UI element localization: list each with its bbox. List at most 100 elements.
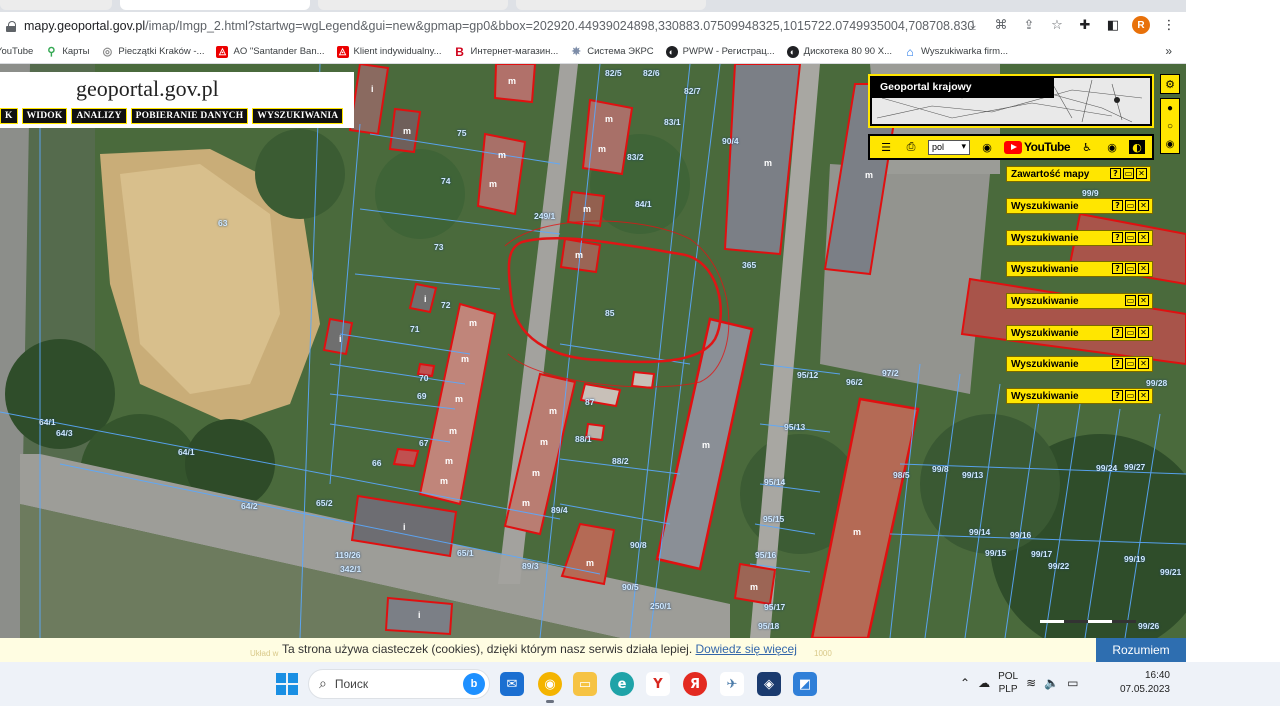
- bookmark-stamps[interactable]: ◎ Pieczątki Kraków -...: [101, 46, 205, 58]
- profile-avatar[interactable]: R: [1132, 16, 1150, 34]
- panel-wyszukiwanie[interactable]: Wyszukiwanie ? ▭ ✕: [1006, 388, 1153, 404]
- legend-icon[interactable]: ☰: [878, 140, 894, 154]
- menu-wyszukiwania-button[interactable]: WYSZUKIWANIA: [252, 108, 344, 124]
- address-bar[interactable]: mapy.geoportal.gov.pl/imap/Imgp_2.html?s…: [0, 12, 1186, 40]
- browser-tab[interactable]: [516, 0, 706, 10]
- panel-wyszukiwanie[interactable]: Wyszukiwanie ? ▭ ✕: [1006, 325, 1153, 341]
- battery-icon[interactable]: ▭: [1067, 676, 1078, 690]
- panel-help-icon[interactable]: ?: [1112, 200, 1123, 211]
- onedrive-icon[interactable]: ☁: [978, 676, 990, 690]
- geoportal-logo[interactable]: geoportal.gov.pl: [76, 76, 219, 102]
- panel-help-icon[interactable]: ?: [1112, 327, 1123, 338]
- bookmark-youtube[interactable]: YouTube: [0, 46, 33, 57]
- accessibility-icon[interactable]: ♿: [1079, 140, 1095, 154]
- volume-icon[interactable]: 🔈: [1044, 676, 1059, 690]
- map-canvas[interactable]: 82/5 82/6 82/7 75 83/1 90/4 83/2 74 84/1…: [0, 64, 1186, 638]
- url-field[interactable]: mapy.geoportal.gov.pl/imap/Imgp_2.html?s…: [24, 19, 974, 33]
- zoom-mid-icon[interactable]: ○: [1167, 121, 1173, 132]
- bookmark-maps[interactable]: ⚲ Карты: [45, 46, 89, 58]
- bookmark-ekrs[interactable]: ✵ Система ЭКРС: [570, 46, 654, 58]
- photos-icon[interactable]: ◩: [793, 672, 817, 696]
- panel-wyszukiwanie[interactable]: Wyszukiwanie ? ▭ ✕: [1006, 261, 1153, 277]
- panel-close-icon[interactable]: ✕: [1138, 200, 1149, 211]
- cookie-accept-button[interactable]: Rozumiem: [1096, 638, 1186, 662]
- panel-help-icon[interactable]: ?: [1112, 358, 1123, 369]
- bookmarks-more-button[interactable]: »: [1165, 44, 1172, 58]
- clock[interactable]: 16:40 07.05.2023: [1120, 669, 1170, 697]
- download-icon[interactable]: ⤓: [964, 16, 982, 34]
- paper-plane-icon[interactable]: ✈: [720, 672, 744, 696]
- yandex-y-icon[interactable]: Y: [646, 672, 670, 696]
- overview-map-panel[interactable]: Geoportal krajowy: [868, 74, 1154, 128]
- settings-icon[interactable]: ⚙: [1160, 74, 1180, 94]
- building-label: m: [853, 527, 862, 537]
- panel-help-icon[interactable]: ?: [1112, 263, 1123, 274]
- tray-chevron-icon[interactable]: ⌃: [960, 676, 970, 690]
- panel-close-icon[interactable]: ✕: [1138, 263, 1149, 274]
- panel-wyszukiwanie[interactable]: Wyszukiwanie ? ▭ ✕: [1006, 198, 1153, 214]
- bookmark-firm-search[interactable]: ⌂ Wyszukiwarka firm...: [904, 45, 1008, 59]
- yandex-browser-icon[interactable]: Я: [683, 672, 707, 696]
- panel-wyszukiwanie[interactable]: Wyszukiwanie ? ▭ ✕: [1006, 356, 1153, 372]
- panel-minimize-icon[interactable]: ▭: [1125, 263, 1136, 274]
- start-button[interactable]: [276, 673, 298, 695]
- print-icon[interactable]: ⎙: [903, 140, 919, 154]
- browser-tab[interactable]: [0, 0, 112, 10]
- translate-icon[interactable]: ⌘: [992, 16, 1010, 34]
- menu-kebab-icon[interactable]: ⋮: [1160, 16, 1178, 34]
- bookmark-santander-client[interactable]: ◬ Klient indywidualny...: [336, 45, 442, 58]
- menu-widok-button[interactable]: WIDOK: [21, 108, 68, 124]
- panel-close-icon[interactable]: ✕: [1138, 232, 1149, 243]
- contrast-icon[interactable]: ◐: [1129, 140, 1146, 154]
- panel-close-icon[interactable]: ✕: [1138, 358, 1149, 369]
- panel-help-icon[interactable]: ?: [1112, 390, 1123, 401]
- extensions-icon[interactable]: ✚: [1076, 16, 1094, 34]
- menu-pobieranie-button[interactable]: POBIERANIE DANYCH: [130, 108, 249, 124]
- panel-close-icon[interactable]: ✕: [1138, 295, 1149, 306]
- bookmark-shop[interactable]: B Интернет-магазин...: [454, 45, 558, 59]
- panel-minimize-icon[interactable]: ▭: [1125, 200, 1136, 211]
- bookmark-santander-ao[interactable]: ◬ AO "Santander Ban...: [216, 45, 325, 58]
- share-icon[interactable]: ⇪: [1020, 16, 1038, 34]
- chrome-icon[interactable]: ◉: [538, 672, 562, 703]
- bing-icon[interactable]: b: [463, 673, 485, 695]
- zoom-in-icon[interactable]: ●: [1167, 103, 1173, 114]
- panel-help-icon[interactable]: ?: [1112, 232, 1123, 243]
- panel-minimize-icon[interactable]: ▭: [1125, 390, 1136, 401]
- input-language[interactable]: POL PLP: [998, 670, 1018, 696]
- panel-zawartosc-mapy[interactable]: Zawartość mapy ? ▭ ✕: [1006, 166, 1151, 182]
- menu-analizy-button[interactable]: ANALIZY: [71, 108, 127, 124]
- panel-wyszukiwanie[interactable]: Wyszukiwanie ? ▭ ✕: [1006, 230, 1153, 246]
- sidepanel-icon[interactable]: ◧: [1104, 16, 1122, 34]
- lock-icon[interactable]: [6, 20, 16, 32]
- panel-minimize-icon[interactable]: ▭: [1123, 168, 1134, 179]
- panel-minimize-icon[interactable]: ▭: [1125, 358, 1136, 369]
- bookmark-disco[interactable]: ◐ Дискотека 80 90 Х...: [786, 45, 892, 58]
- panel-minimize-icon[interactable]: ▭: [1125, 295, 1136, 306]
- panel-wyszukiwanie[interactable]: Wyszukiwanie ▭ ✕: [1006, 293, 1153, 309]
- taskbar-search[interactable]: ⌕ Поиск b: [308, 669, 490, 699]
- panel-minimize-icon[interactable]: ▭: [1125, 327, 1136, 338]
- browser-tab[interactable]: [318, 0, 508, 10]
- menu-k-button[interactable]: K: [0, 108, 18, 124]
- mail-icon[interactable]: ✉: [500, 672, 524, 696]
- language-select[interactable]: pol: [928, 139, 970, 155]
- cookie-more-link[interactable]: Dowiedz się więcej: [696, 642, 797, 656]
- panel-close-icon[interactable]: ✕: [1138, 327, 1149, 338]
- panel-close-icon[interactable]: ✕: [1136, 168, 1147, 179]
- panel-help-icon[interactable]: ?: [1110, 168, 1121, 179]
- browser-tab-active[interactable]: [120, 0, 310, 10]
- help-icon[interactable]: ◉: [979, 140, 995, 154]
- zoom-out-icon[interactable]: ◉: [1166, 139, 1175, 150]
- shield-icon[interactable]: ◈: [757, 672, 781, 696]
- parcel-label: 342/1: [340, 564, 362, 574]
- star-icon[interactable]: ☆: [1048, 16, 1066, 34]
- panel-minimize-icon[interactable]: ▭: [1125, 232, 1136, 243]
- youtube-link[interactable]: YouTube: [1004, 140, 1071, 154]
- eye-icon[interactable]: ◉: [1104, 140, 1120, 154]
- bookmark-pwpw[interactable]: ◐ PWPW - Регистрац...: [665, 45, 775, 58]
- file-explorer-icon[interactable]: ▭: [573, 672, 597, 696]
- panel-close-icon[interactable]: ✕: [1138, 390, 1149, 401]
- wifi-icon[interactable]: ≋: [1026, 676, 1036, 690]
- edge-icon[interactable]: e: [610, 672, 634, 696]
